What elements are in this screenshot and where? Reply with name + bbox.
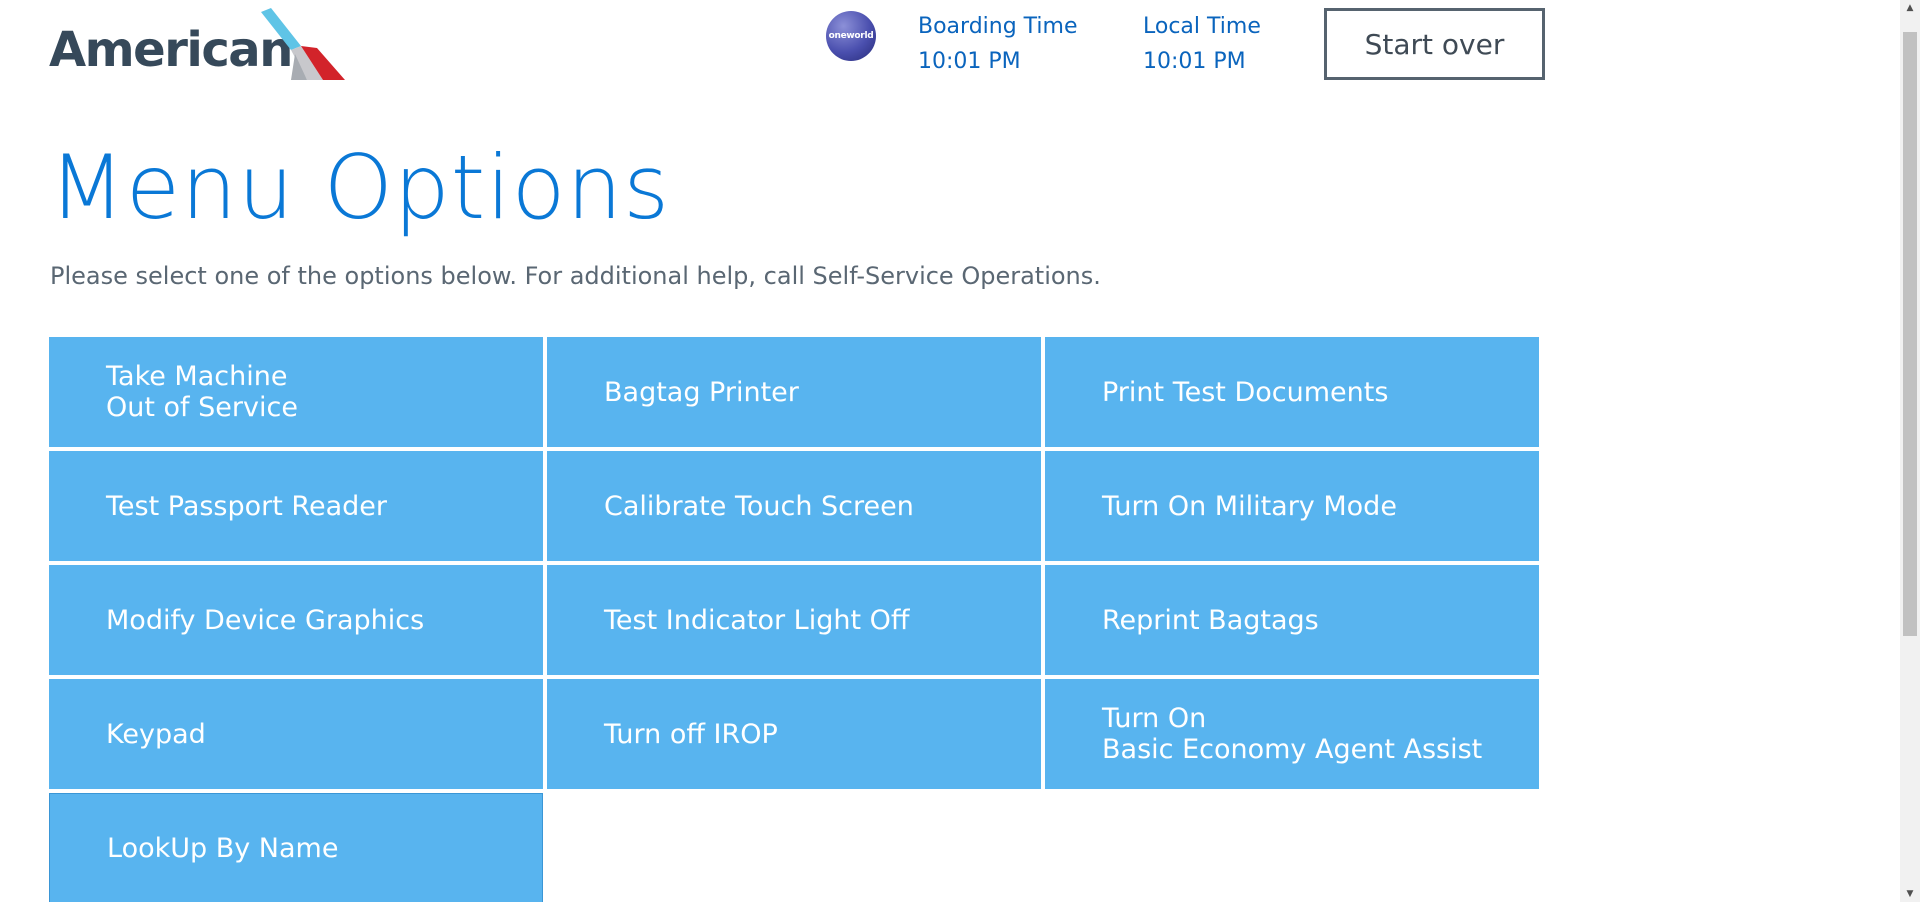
option-print-test-documents[interactable]: Print Test Documents	[1045, 337, 1539, 447]
american-airlines-logo: American	[49, 8, 349, 80]
option-lookup-by-name[interactable]: LookUp By Name	[49, 793, 543, 902]
boarding-time-label: Boarding Time	[918, 14, 1078, 39]
local-time-label: Local Time	[1143, 14, 1261, 39]
local-time: Local Time 10:01 PM	[1143, 9, 1261, 79]
option-test-passport-reader[interactable]: Test Passport Reader	[49, 451, 543, 561]
arrow-up-icon[interactable]: ▲	[1900, 0, 1920, 16]
local-time-value: 10:01 PM	[1143, 49, 1246, 74]
option-bagtag-printer[interactable]: Bagtag Printer	[547, 337, 1041, 447]
kiosk-page: American oneworld Boarding Time 10:01 PM…	[0, 0, 1920, 902]
option-reprint-bagtags[interactable]: Reprint Bagtags	[1045, 565, 1539, 675]
oneworld-label: oneworld	[828, 31, 874, 41]
start-over-button[interactable]: Start over	[1324, 8, 1545, 80]
option-basic-economy-agent-assist[interactable]: Turn On Basic Economy Agent Assist	[1045, 679, 1539, 789]
option-turn-off-irop[interactable]: Turn off IROP	[547, 679, 1041, 789]
option-test-indicator-light-off[interactable]: Test Indicator Light Off	[547, 565, 1041, 675]
scrollbar-thumb[interactable]	[1903, 32, 1917, 636]
logo-wordmark: American	[49, 22, 293, 78]
option-take-machine-out-of-service[interactable]: Take Machine Out of Service	[49, 337, 543, 447]
option-calibrate-touch-screen[interactable]: Calibrate Touch Screen	[547, 451, 1041, 561]
oneworld-badge: oneworld	[826, 11, 876, 61]
option-modify-device-graphics[interactable]: Modify Device Graphics	[49, 565, 543, 675]
boarding-time-value: 10:01 PM	[918, 49, 1021, 74]
page-title: Menu Options	[49, 136, 671, 239]
arrow-down-icon[interactable]: ▼	[1900, 886, 1920, 902]
boarding-time: Boarding Time 10:01 PM	[918, 9, 1078, 79]
option-keypad[interactable]: Keypad	[49, 679, 543, 789]
page-subtitle: Please select one of the options below. …	[50, 262, 1101, 290]
vertical-scrollbar[interactable]: ▲ ▼	[1900, 0, 1920, 902]
flight-symbol-icon	[261, 8, 345, 80]
option-turn-on-military-mode[interactable]: Turn On Military Mode	[1045, 451, 1539, 561]
